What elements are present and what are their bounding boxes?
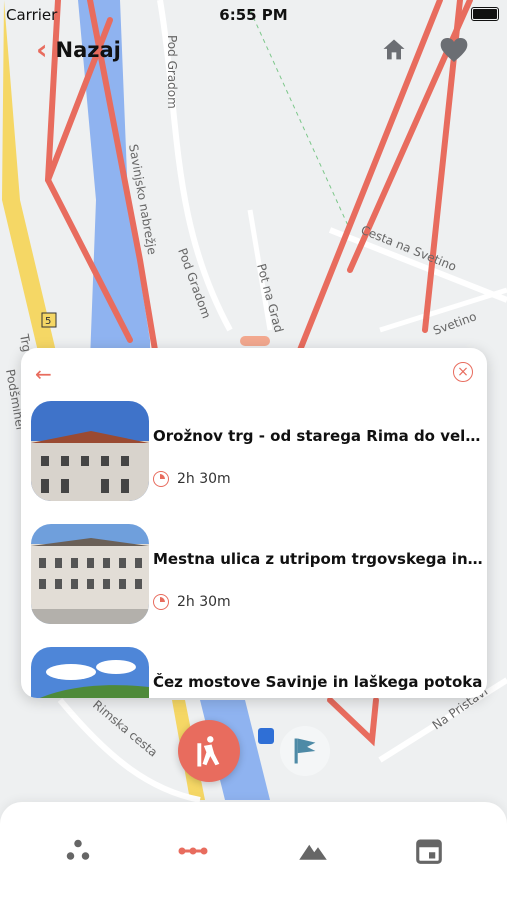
hiking-button[interactable] [178, 720, 240, 782]
flag-button[interactable] [280, 726, 330, 776]
duration-label: 2h 30m [177, 594, 231, 610]
route-thumbnail [31, 647, 149, 698]
arrow-left-icon[interactable]: ← [35, 362, 52, 386]
clock: 6:55 PM [219, 6, 288, 24]
route-duration: 2h 30m [153, 471, 231, 487]
mountain-icon[interactable] [298, 836, 328, 866]
route-item[interactable]: Mestna ulica z utripom trgovskega in ...… [31, 524, 487, 624]
route-item[interactable]: Orožnov trg - od starega Rima do velikeg… [31, 401, 487, 501]
calendar-icon[interactable] [414, 836, 444, 866]
hiker-icon [197, 736, 220, 767]
clock-icon [153, 594, 169, 610]
road-number: 5 [45, 316, 51, 327]
back-button[interactable]: ‹ Nazaj [36, 36, 121, 64]
sheet-handle[interactable] [240, 336, 270, 346]
status-bar: Carrier 6:55 PM [0, 0, 507, 28]
duration-label: 2h 30m [177, 471, 231, 487]
home-icon[interactable] [380, 36, 408, 64]
clock-icon [153, 471, 169, 487]
routes-icon[interactable] [178, 836, 208, 866]
nearby-icon[interactable] [63, 836, 93, 866]
close-icon[interactable]: × [453, 362, 473, 382]
heart-icon[interactable] [438, 34, 470, 66]
route-thumbnail [31, 401, 149, 501]
route-title: Čez mostove Savinje in laškega potoka [153, 673, 483, 691]
bus-stop-icon [258, 728, 274, 744]
flag-icon [294, 738, 316, 764]
back-label: Nazaj [55, 38, 121, 62]
route-title: Orožnov trg - od starega Rima do velikeg… [153, 427, 483, 445]
battery-icon [471, 7, 499, 21]
routes-sheet: ← × Orožnov trg - od starega Rima do vel… [21, 348, 487, 698]
chevron-left-icon: ‹ [36, 33, 48, 66]
route-item[interactable]: Čez mostove Savinje in laškega potoka [31, 647, 487, 698]
tab-bar [0, 802, 507, 900]
route-duration: 2h 30m [153, 594, 231, 610]
header: ‹ Nazaj [0, 30, 507, 74]
route-thumbnail [31, 524, 149, 624]
route-title: Mestna ulica z utripom trgovskega in ... [153, 550, 483, 568]
